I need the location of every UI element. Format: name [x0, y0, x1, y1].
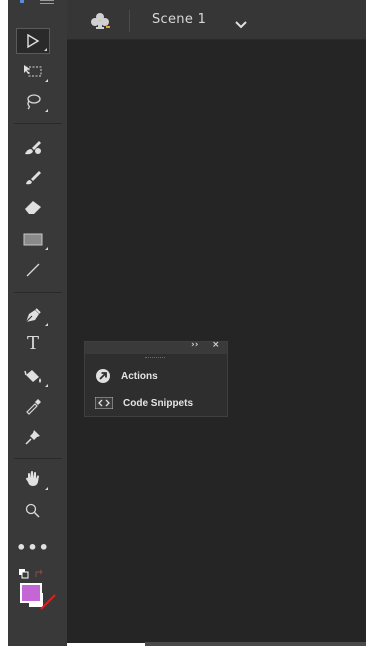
close-icon[interactable]: ×: [212, 340, 220, 350]
line-icon: [26, 263, 40, 277]
text-tool-icon: T: [26, 332, 39, 354]
hand-tool-button[interactable]: [16, 466, 50, 492]
eraser-icon: [25, 201, 41, 214]
text-tool-button[interactable]: T: [16, 330, 50, 356]
brush-icon: [26, 171, 41, 185]
paint-bucket-icon: [24, 370, 41, 383]
lasso-tool-button[interactable]: [16, 88, 50, 114]
selection-tool-button[interactable]: [16, 28, 50, 54]
paint-brush-tool-button[interactable]: [16, 134, 50, 160]
scene-icon[interactable]: [89, 11, 111, 35]
paint-brush-icon: [25, 141, 41, 155]
pin-icon: [25, 430, 40, 445]
lasso-icon: [27, 94, 41, 110]
panel-item-label: Actions: [121, 370, 158, 382]
tools-divider: [14, 458, 62, 459]
panel-item-label: Code Snippets: [123, 397, 194, 409]
eraser-tool-button[interactable]: [16, 194, 50, 220]
line-tool-button[interactable]: [16, 257, 50, 283]
pen-icon: [25, 308, 41, 323]
zoom-tool-button[interactable]: [16, 498, 50, 524]
expand-panels-icon[interactable]: ››: [191, 340, 198, 350]
tools-panel-grip[interactable]: [20, 0, 56, 6]
magnifier-icon: [25, 503, 40, 518]
free-transform-icon: [24, 65, 42, 77]
default-colors-icon[interactable]: [19, 564, 29, 579]
code-snippets-icon: [95, 397, 113, 409]
scene-header-bar: Scene 1: [67, 0, 366, 40]
swap-colors-icon[interactable]: [34, 564, 44, 577]
header-separator: [129, 10, 130, 32]
pen-tool-button[interactable]: [16, 302, 50, 328]
eyedropper-icon: [26, 399, 41, 415]
tools-panel: T •••: [8, 0, 67, 646]
panel-item-code-snippets[interactable]: Code Snippets: [95, 393, 225, 413]
edit-toolbar-button[interactable]: •••: [16, 534, 50, 560]
pin-tool-button[interactable]: [16, 424, 50, 450]
scene-name[interactable]: Scene 1: [152, 12, 206, 27]
brush-tool-button[interactable]: [16, 164, 50, 190]
paint-bucket-tool-button[interactable]: [16, 363, 50, 389]
horizontal-scrollbar[interactable]: [145, 642, 366, 646]
free-transform-tool-button[interactable]: [16, 58, 50, 84]
more-dots-icon: •••: [16, 537, 50, 557]
floating-panel: ›› × Actions Code Snippets: [84, 340, 228, 417]
rectangle-tool-button[interactable]: [16, 226, 50, 252]
selection-arrow-icon: [27, 33, 40, 49]
rectangle-icon: [23, 233, 43, 246]
floating-panel-titlebar[interactable]: ›› ×: [85, 340, 227, 354]
tools-divider: [14, 292, 62, 293]
fill-color-swatch[interactable]: [20, 583, 42, 603]
chevron-down-icon[interactable]: [235, 14, 247, 33]
panel-item-actions[interactable]: Actions: [95, 366, 225, 386]
actions-icon: [96, 369, 110, 383]
app-window: T ••• Scene 1 ›› × Actions Code Snippets: [0, 0, 366, 646]
panel-grip[interactable]: [145, 357, 165, 360]
eyedropper-tool-button[interactable]: [16, 393, 50, 419]
hand-icon: [26, 471, 39, 486]
tools-divider: [14, 123, 62, 124]
